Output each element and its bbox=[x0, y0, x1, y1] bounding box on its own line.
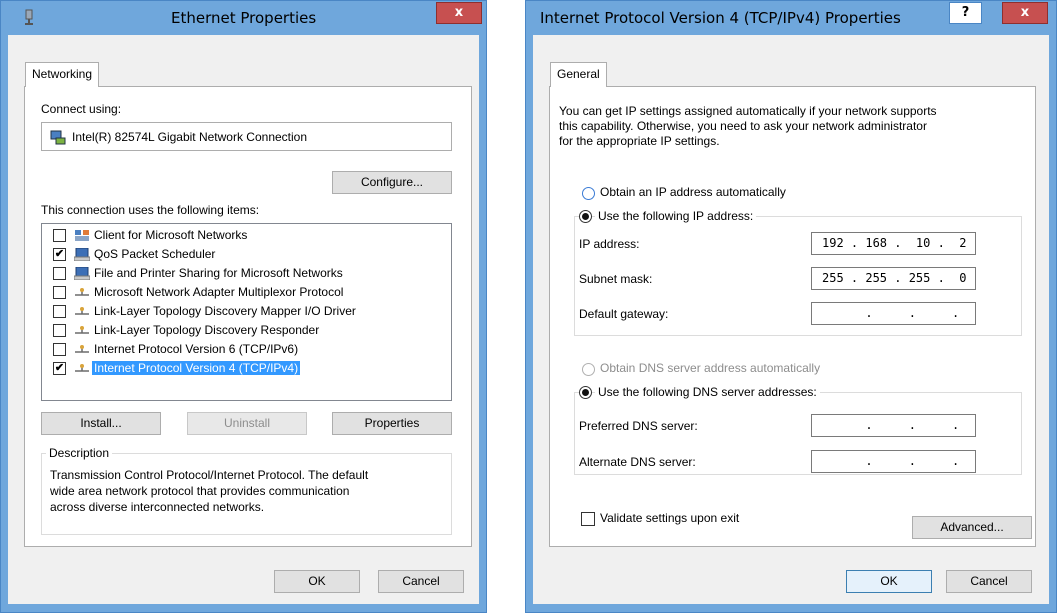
list-item[interactable]: Link-Layer Topology Discovery Responder bbox=[42, 321, 451, 340]
item-label: Microsoft Network Adapter Multiplexor Pr… bbox=[94, 285, 344, 299]
tab-panel: Connect using: Intel(R) 82574L Gigabit N… bbox=[24, 86, 472, 547]
description-title: Description bbox=[46, 446, 113, 460]
list-item[interactable]: Link-Layer Topology Discovery Mapper I/O… bbox=[42, 302, 451, 321]
uninstall-button[interactable]: Uninstall bbox=[187, 412, 307, 435]
close-button[interactable]: x bbox=[1002, 2, 1048, 24]
validate-checkbox[interactable] bbox=[581, 512, 595, 526]
network-adapter-icon bbox=[50, 130, 66, 145]
obtain-dns-auto-radio[interactable] bbox=[582, 363, 595, 376]
list-item[interactable]: Client for Microsoft Networks bbox=[42, 226, 451, 245]
use-following-ip-label[interactable]: Use the following IP address: bbox=[595, 209, 757, 223]
connect-using-label: Connect using: bbox=[41, 102, 122, 116]
item-label: File and Printer Sharing for Microsoft N… bbox=[94, 266, 343, 280]
item-label: Link-Layer Topology Discovery Mapper I/O… bbox=[94, 304, 356, 318]
adapter-name: Intel(R) 82574L Gigabit Network Connecti… bbox=[72, 130, 308, 144]
item-checkbox[interactable] bbox=[53, 286, 66, 299]
list-item[interactable]: Internet Protocol Version 6 (TCP/IPv6) bbox=[42, 340, 451, 359]
ipv4-properties-window: Internet Protocol Version 4 (TCP/IPv4) P… bbox=[525, 0, 1057, 613]
list-item[interactable]: Microsoft Network Adapter Multiplexor Pr… bbox=[42, 283, 451, 302]
validate-label[interactable]: Validate settings upon exit bbox=[600, 511, 739, 525]
item-checkbox[interactable] bbox=[53, 229, 66, 242]
advanced-button[interactable]: Advanced... bbox=[912, 516, 1032, 539]
intro-line: for the appropriate IP settings. bbox=[559, 134, 720, 148]
protocol-icon bbox=[75, 326, 89, 334]
window-title: Internet Protocol Version 4 (TCP/IPv4) P… bbox=[540, 9, 901, 27]
title-bar[interactable]: Ethernet Properties x bbox=[1, 1, 486, 35]
items-label: This connection uses the following items… bbox=[41, 203, 260, 217]
adapter-box[interactable]: Intel(R) 82574L Gigabit Network Connecti… bbox=[41, 122, 452, 151]
ip-address-field[interactable]: 192 . 168 . 10 . 2 bbox=[811, 232, 976, 255]
network-app-icon bbox=[25, 9, 33, 25]
properties-button[interactable]: Properties bbox=[332, 412, 452, 435]
item-label: Client for Microsoft Networks bbox=[94, 228, 248, 242]
description-line: Transmission Control Protocol/Internet P… bbox=[50, 468, 369, 482]
preferred-dns-field[interactable]: . . . bbox=[811, 414, 976, 437]
protocol-icon bbox=[75, 364, 89, 372]
item-checkbox[interactable] bbox=[53, 343, 66, 356]
close-button[interactable]: x bbox=[436, 2, 482, 24]
use-following-dns-radio[interactable] bbox=[579, 386, 592, 399]
item-label: QoS Packet Scheduler bbox=[94, 247, 216, 261]
description-line: across diverse interconnected networks. bbox=[50, 500, 265, 514]
item-checkbox[interactable] bbox=[53, 324, 66, 337]
cancel-button[interactable]: Cancel bbox=[378, 570, 464, 593]
ok-button[interactable]: OK bbox=[846, 570, 932, 593]
obtain-ip-auto-label[interactable]: Obtain an IP address automatically bbox=[600, 185, 786, 199]
configure-button[interactable]: Configure... bbox=[332, 171, 452, 194]
ip-address-group: Use the following IP address: IP address… bbox=[574, 209, 1022, 336]
dialog-body: General You can get IP settings assigned… bbox=[533, 35, 1049, 604]
subnet-mask-label: Subnet mask: bbox=[579, 272, 653, 286]
protocol-icon bbox=[75, 288, 89, 296]
alternate-dns-label: Alternate DNS server: bbox=[579, 455, 696, 469]
intro-line: this capability. Otherwise, you need to … bbox=[559, 119, 927, 133]
help-button[interactable]: ? bbox=[949, 2, 982, 24]
service-icon bbox=[74, 267, 90, 280]
obtain-ip-auto-radio[interactable] bbox=[582, 187, 595, 200]
list-item-selected[interactable]: ✔ Internet Protocol Version 4 (TCP/IPv4) bbox=[42, 359, 451, 378]
components-list[interactable]: Client for Microsoft Networks ✔ QoS Pack… bbox=[41, 223, 452, 401]
intro-line: You can get IP settings assigned automat… bbox=[559, 104, 937, 118]
dns-group: Use the following DNS server addresses: … bbox=[574, 385, 1022, 475]
item-checkbox[interactable] bbox=[53, 305, 66, 318]
title-bar[interactable]: Internet Protocol Version 4 (TCP/IPv4) P… bbox=[526, 1, 1056, 35]
protocol-icon bbox=[75, 307, 89, 315]
obtain-dns-auto-label[interactable]: Obtain DNS server address automatically bbox=[600, 361, 820, 375]
item-checkbox[interactable] bbox=[53, 267, 66, 280]
description-group: Description Transmission Control Protoco… bbox=[41, 446, 452, 535]
alternate-dns-field[interactable]: . . . bbox=[811, 450, 976, 473]
subnet-mask-field[interactable]: 255 . 255 . 255 . 0 bbox=[811, 267, 976, 290]
item-label: Internet Protocol Version 4 (TCP/IPv4) bbox=[92, 361, 301, 375]
dialog-body: Networking Connect using: Intel(R) 82574… bbox=[8, 35, 479, 604]
cancel-button[interactable]: Cancel bbox=[946, 570, 1032, 593]
description-line: wide area network protocol that provides… bbox=[50, 484, 350, 498]
item-checkbox[interactable]: ✔ bbox=[53, 362, 66, 375]
default-gateway-field[interactable]: . . . bbox=[811, 302, 976, 325]
ip-address-label: IP address: bbox=[579, 237, 640, 251]
network-client-icon bbox=[75, 230, 89, 241]
window-title: Ethernet Properties bbox=[171, 9, 317, 27]
install-button[interactable]: Install... bbox=[41, 412, 161, 435]
item-checkbox[interactable]: ✔ bbox=[53, 248, 66, 261]
tab-general[interactable]: General bbox=[550, 62, 607, 87]
list-item[interactable]: File and Printer Sharing for Microsoft N… bbox=[42, 264, 451, 283]
preferred-dns-label: Preferred DNS server: bbox=[579, 419, 698, 433]
default-gateway-label: Default gateway: bbox=[579, 307, 669, 321]
item-label: Internet Protocol Version 6 (TCP/IPv6) bbox=[94, 342, 299, 356]
use-following-dns-label[interactable]: Use the following DNS server addresses: bbox=[595, 385, 820, 399]
protocol-icon bbox=[75, 345, 89, 353]
use-following-ip-radio[interactable] bbox=[579, 210, 592, 223]
service-icon bbox=[74, 248, 90, 261]
item-label: Link-Layer Topology Discovery Responder bbox=[94, 323, 320, 337]
ethernet-properties-window: Ethernet Properties x Networking Connect… bbox=[0, 0, 487, 613]
tab-panel: You can get IP settings assigned automat… bbox=[549, 86, 1036, 547]
ok-button[interactable]: OK bbox=[274, 570, 360, 593]
tab-networking[interactable]: Networking bbox=[25, 62, 100, 87]
list-item[interactable]: ✔ QoS Packet Scheduler bbox=[42, 245, 451, 264]
